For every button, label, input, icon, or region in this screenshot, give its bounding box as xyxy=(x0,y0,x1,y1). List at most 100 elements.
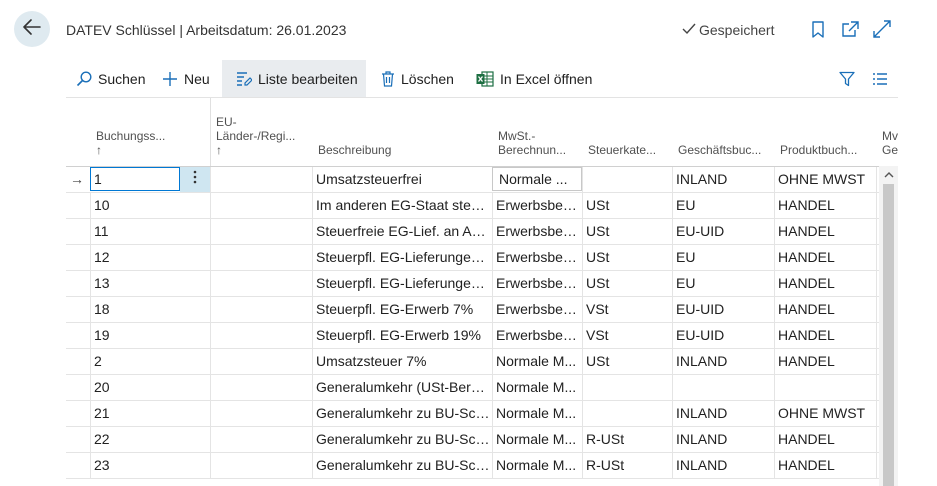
cell-buchungsschluessel[interactable]: 20 xyxy=(90,375,180,400)
cell-produktbuchungsgruppe[interactable]: HANDEL xyxy=(774,427,876,452)
cell-steuerkategorie[interactable]: USt xyxy=(582,219,672,244)
table-row[interactable]: 11 Steuerfreie EG-Lief. an Abn... Erwerbsb… xyxy=(66,219,898,245)
table-row[interactable]: 19 Steuerpfl. EG-Erwerb 19% Erwerbsbest...… xyxy=(66,323,898,349)
cell-mwst-berechnung[interactable]: Normale M... xyxy=(492,401,582,426)
expand-icon[interactable] xyxy=(872,19,892,39)
cell-beschreibung[interactable]: Im anderen EG-Staat steue... xyxy=(312,193,492,218)
table-row[interactable]: 20 Generalumkehr (USt-Berec... Normale M..… xyxy=(66,375,898,401)
cell-mwst-berechnung[interactable]: Normale M... xyxy=(492,349,582,374)
cell-beschreibung[interactable]: Umsatzsteuer 7% xyxy=(312,349,492,374)
cell-eu-laender[interactable] xyxy=(210,453,312,478)
cell-buchungsschluessel[interactable]: 19 xyxy=(90,323,180,348)
table-row[interactable]: → 1 Umsatzsteuerfrei Normale ... INLAND OHNE … xyxy=(66,167,898,193)
cell-eu-laender[interactable] xyxy=(210,193,312,218)
column-header-mwst[interactable]: MwSt.- Berechnun... xyxy=(498,98,583,166)
cell-mwst-berechnung[interactable]: Erwerbsbest... xyxy=(492,297,582,322)
cell-buchungsschluessel[interactable]: 13 xyxy=(90,271,180,296)
cell-buchungsschluessel[interactable]: 1 xyxy=(90,167,180,191)
cell-steuerkategorie[interactable]: USt xyxy=(582,271,672,296)
scrollbar-thumb[interactable] xyxy=(883,184,894,486)
vertical-scrollbar[interactable] xyxy=(879,166,898,486)
cell-geschaeftsbuchungsgruppe[interactable]: EU-UID xyxy=(672,323,774,348)
cell-steuerkategorie[interactable]: R-USt xyxy=(582,427,672,452)
edit-list-button[interactable]: Liste bearbeiten xyxy=(222,60,366,97)
cell-produktbuchungsgruppe[interactable]: HANDEL xyxy=(774,453,876,478)
cell-beschreibung[interactable]: Generalumkehr (USt-Berec... xyxy=(312,375,492,400)
cell-buchungsschluessel[interactable]: 23 xyxy=(90,453,180,478)
cell-eu-laender[interactable] xyxy=(210,427,312,452)
cell-eu-laender[interactable] xyxy=(210,245,312,270)
cell-eu-laender[interactable] xyxy=(210,401,312,426)
cell-mwst-berechnung[interactable]: Erwerbsbest... xyxy=(492,219,582,244)
cell-buchungsschluessel[interactable]: 12 xyxy=(90,245,180,270)
cell-geschaeftsbuchungsgruppe[interactable] xyxy=(672,375,774,400)
cell-eu-laender[interactable] xyxy=(210,375,312,400)
cell-mwst-berechnung[interactable]: Erwerbsbest... xyxy=(492,245,582,270)
cell-beschreibung[interactable]: Steuerpfl. EG-Lieferungen ... xyxy=(312,271,492,296)
cell-steuerkategorie[interactable]: VSt xyxy=(582,297,672,322)
cell-produktbuchungsgruppe[interactable]: HANDEL xyxy=(774,245,876,270)
cell-geschaeftsbuchungsgruppe[interactable]: EU xyxy=(672,193,774,218)
cell-produktbuchungsgruppe[interactable] xyxy=(774,375,876,400)
column-header-beschreibung[interactable]: Beschreibung xyxy=(318,98,488,166)
open-in-new-window-icon[interactable] xyxy=(840,19,860,39)
cell-steuerkategorie[interactable]: USt xyxy=(582,193,672,218)
table-row[interactable]: 21 Generalumkehr zu BU-Schl... Normale M..… xyxy=(66,401,898,427)
delete-button[interactable]: Löschen xyxy=(381,60,454,97)
cell-produktbuchungsgruppe[interactable]: HANDEL xyxy=(774,323,876,348)
cell-geschaeftsbuchungsgruppe[interactable]: INLAND xyxy=(672,349,774,374)
cell-geschaeftsbuchungsgruppe[interactable]: EU-UID xyxy=(672,219,774,244)
table-row[interactable]: 18 Steuerpfl. EG-Erwerb 7% Erwerbsbest... V… xyxy=(66,297,898,323)
cell-mwst-berechnung[interactable]: Normale M... xyxy=(492,375,582,400)
cell-mwst-berechnung[interactable]: Erwerbsbest... xyxy=(492,271,582,296)
cell-beschreibung[interactable]: Umsatzsteuerfrei xyxy=(312,167,492,192)
cell-beschreibung[interactable]: Generalumkehr zu BU-Schl... xyxy=(312,401,492,426)
cell-mwst-berechnung[interactable]: Normale M... xyxy=(492,453,582,478)
cell-buchungsschluessel[interactable]: 22 xyxy=(90,427,180,452)
cell-beschreibung[interactable]: Generalumkehr zu BU-Schl... xyxy=(312,453,492,478)
cell-beschreibung[interactable]: Generalumkehr zu BU-Schl... xyxy=(312,427,492,452)
row-actions-button[interactable] xyxy=(180,167,210,192)
cell-buchungsschluessel[interactable]: 11 xyxy=(90,219,180,244)
cell-beschreibung[interactable]: Steuerpfl. EG-Erwerb 19% xyxy=(312,323,492,348)
cell-eu-laender[interactable] xyxy=(210,167,312,192)
cell-produktbuchungsgruppe[interactable]: HANDEL xyxy=(774,349,876,374)
cell-steuerkategorie[interactable] xyxy=(582,375,672,400)
cell-produktbuchungsgruppe[interactable]: OHNE MWST xyxy=(774,167,876,192)
cell-mwst-berechnung[interactable]: Normale ... xyxy=(492,167,582,191)
cell-buchungsschluessel[interactable]: 2 xyxy=(90,349,180,374)
cell-steuerkategorie[interactable]: VSt xyxy=(582,323,672,348)
cell-produktbuchungsgruppe[interactable]: HANDEL xyxy=(774,271,876,296)
cell-mwst-berechnung[interactable]: Erwerbsbest... xyxy=(492,323,582,348)
cell-beschreibung[interactable]: Steuerpfl. EG-Erwerb 7% xyxy=(312,297,492,322)
cell-steuerkategorie[interactable]: R-USt xyxy=(582,453,672,478)
bookmark-icon[interactable] xyxy=(808,19,828,39)
cell-eu-laender[interactable] xyxy=(210,349,312,374)
cell-mwst-berechnung[interactable]: Normale M... xyxy=(492,427,582,452)
cell-geschaeftsbuchungsgruppe[interactable]: EU-UID xyxy=(672,297,774,322)
cell-geschaeftsbuchungsgruppe[interactable]: EU xyxy=(672,245,774,270)
table-row[interactable]: 22 Generalumkehr zu BU-Schl... Normale M..… xyxy=(66,427,898,453)
new-button[interactable]: Neu xyxy=(162,60,210,97)
table-row[interactable]: 12 Steuerpfl. EG-Lieferungen ... Erwerbsbe… xyxy=(66,245,898,271)
cell-eu-laender[interactable] xyxy=(210,271,312,296)
cell-buchungsschluessel[interactable]: 18 xyxy=(90,297,180,322)
column-header-eu-laender[interactable]: EU- Länder-/Regi... ↑ xyxy=(216,98,311,166)
column-header-more[interactable]: Mv Ge xyxy=(882,98,898,166)
table-row[interactable]: 10 Im anderen EG-Staat steue... Erwerbsbes… xyxy=(66,193,898,219)
cell-geschaeftsbuchungsgruppe[interactable]: INLAND xyxy=(672,401,774,426)
list-view-button[interactable] xyxy=(872,60,888,97)
table-row[interactable]: 13 Steuerpfl. EG-Lieferungen ... Erwerbsbe… xyxy=(66,271,898,297)
scroll-up-icon[interactable] xyxy=(882,168,895,181)
cell-produktbuchungsgruppe[interactable]: HANDEL xyxy=(774,297,876,322)
filter-button[interactable] xyxy=(839,60,855,97)
cell-geschaeftsbuchungsgruppe[interactable]: INLAND xyxy=(672,167,774,192)
cell-beschreibung[interactable]: Steuerfreie EG-Lief. an Abn... xyxy=(312,219,492,244)
cell-produktbuchungsgruppe[interactable]: HANDEL xyxy=(774,193,876,218)
cell-eu-laender[interactable] xyxy=(210,323,312,348)
cell-geschaeftsbuchungsgruppe[interactable]: EU xyxy=(672,271,774,296)
back-button[interactable] xyxy=(14,11,50,47)
cell-eu-laender[interactable] xyxy=(210,219,312,244)
cell-steuerkategorie[interactable]: USt xyxy=(582,349,672,374)
cell-steuerkategorie[interactable] xyxy=(582,401,672,426)
